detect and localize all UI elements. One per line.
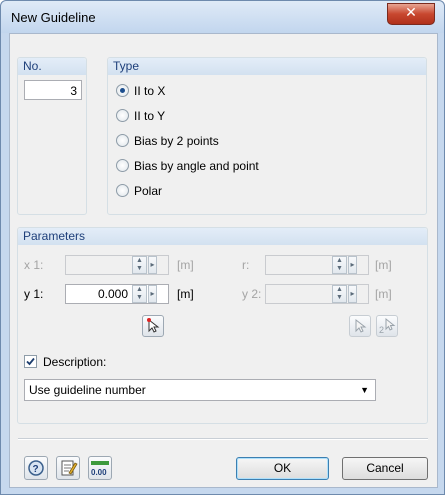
type-group: Type II to X II to Y Bias by 2 points Bi… (107, 57, 427, 215)
x1-label: x 1: (24, 258, 44, 272)
cancel-button[interactable]: Cancel (342, 457, 428, 480)
y2-unit: [m] (375, 287, 392, 301)
pick-point-button[interactable] (142, 315, 164, 337)
edit-notes-button[interactable] (56, 456, 80, 480)
number-input[interactable]: 3 (24, 80, 82, 100)
close-icon: ✕ (405, 5, 417, 21)
y1-unit: [m] (177, 287, 194, 301)
parameters-group: Parameters x 1: ▲ ▼ ▸ [m] r: ▲ ▼ ▸ [m] y 1… (17, 227, 428, 424)
radio-label: II to Y (134, 109, 166, 123)
pointer-pick-icon (147, 318, 160, 333)
number-group-label: No. (18, 58, 86, 75)
y2-spin[interactable]: ▲ ▼ (332, 285, 347, 303)
triangle-right-icon: ▸ (150, 260, 155, 269)
radio-polar[interactable]: Polar (116, 182, 162, 200)
radio-label: II to X (134, 84, 166, 98)
close-button[interactable]: ✕ (387, 3, 435, 25)
radio-parallel-x[interactable]: II to X (116, 82, 165, 100)
description-label: Description: (43, 355, 107, 369)
radio-button[interactable] (116, 159, 129, 173)
spin-arrows-icon: ▲ ▼ (336, 257, 343, 272)
radio-bias-angle-point[interactable]: Bias by angle and point (116, 157, 259, 175)
pointer-pick-icon (355, 318, 367, 333)
dialog-window: New Guideline ✕ No. 3 Type II to X II to… (0, 0, 445, 495)
r-pick-button[interactable]: ▸ (348, 256, 357, 274)
spin-arrows-icon: ▲ ▼ (136, 257, 143, 272)
y2-pick-button[interactable]: ▸ (348, 285, 357, 303)
y1-label: y 1: (24, 287, 44, 301)
units-decimals-button[interactable]: 0.00 (88, 456, 112, 480)
y1-pick-button[interactable]: ▸ (148, 285, 157, 303)
svg-text:?: ? (33, 464, 39, 475)
title-bar[interactable]: New Guideline ✕ (1, 1, 444, 33)
x1-unit: [m] (177, 258, 194, 272)
svg-text:2: 2 (379, 325, 384, 335)
x1-pick-button[interactable]: ▸ (148, 256, 157, 274)
pick-second-point-button[interactable] (349, 315, 371, 337)
y1-spin[interactable]: ▲ ▼ (132, 285, 147, 303)
radio-button-checked[interactable] (116, 84, 129, 98)
triangle-right-icon: ▸ (350, 260, 355, 269)
r-spin[interactable]: ▲ ▼ (332, 256, 347, 274)
description-selected: Use guideline number (29, 383, 146, 397)
triangle-right-icon: ▸ (150, 289, 155, 298)
ok-button[interactable]: OK (236, 457, 329, 480)
radio-bias-2-points[interactable]: Bias by 2 points (116, 132, 219, 150)
checkmark-icon (26, 357, 35, 366)
dialog-title: New Guideline (11, 10, 96, 25)
triangle-right-icon: ▸ (350, 289, 355, 298)
notepad-pencil-icon (61, 460, 78, 476)
x1-spin[interactable]: ▲ ▼ (132, 256, 147, 274)
number-group: No. 3 (17, 57, 87, 215)
dialog-body: No. 3 Type II to X II to Y Bias by 2 poi… (9, 33, 438, 488)
radio-button[interactable] (116, 184, 129, 198)
spin-arrows-icon: ▲ ▼ (136, 286, 143, 301)
r-label: r: (242, 258, 250, 272)
radio-label: Bias by angle and point (134, 159, 259, 173)
radio-label: Polar (134, 184, 163, 198)
help-icon: ? (28, 460, 44, 476)
svg-text:0.00: 0.00 (91, 468, 107, 477)
description-checkbox[interactable] (24, 355, 37, 368)
pointer-pick-2-icon: 2 (379, 317, 396, 335)
type-group-label: Type (108, 58, 426, 75)
y2-label: y 2: (242, 287, 262, 301)
help-button[interactable]: ? (24, 456, 48, 480)
radio-label: Bias by 2 points (134, 134, 219, 148)
r-unit: [m] (375, 258, 392, 272)
parameters-group-label: Parameters (18, 228, 427, 245)
radio-button[interactable] (116, 109, 129, 123)
chevron-down-icon: ▼ (360, 385, 369, 395)
pick-two-points-button[interactable]: 2 (376, 315, 398, 337)
spin-arrows-icon: ▲ ▼ (336, 286, 343, 301)
radio-parallel-y[interactable]: II to Y (116, 107, 165, 125)
decimal-places-icon: 0.00 (91, 461, 109, 477)
radio-button[interactable] (116, 134, 129, 148)
footer-separator (18, 438, 428, 440)
description-dropdown[interactable]: Use guideline number ▼ (24, 379, 376, 401)
